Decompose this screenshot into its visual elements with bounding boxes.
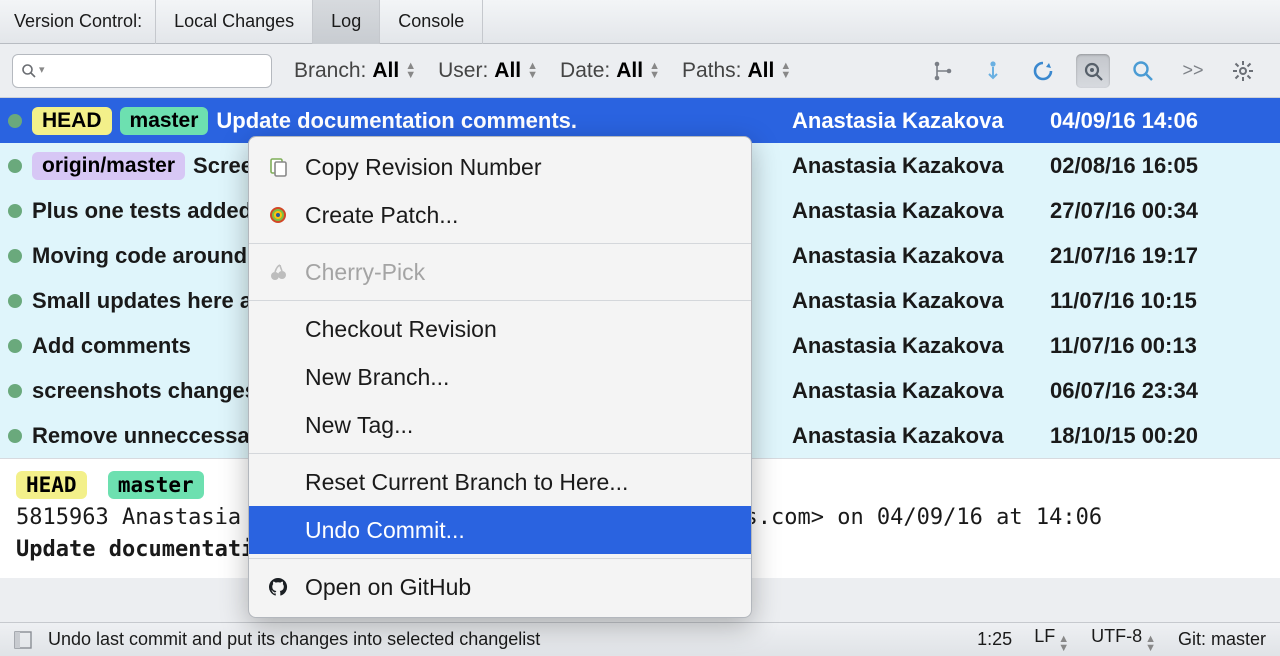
tab-console[interactable]: Console <box>379 0 483 44</box>
commit-date: 21/07/16 19:17 <box>1050 243 1280 269</box>
commit-date: 18/10/15 00:20 <box>1050 423 1280 449</box>
commit-author: Anastasia Kazakova <box>792 378 1050 404</box>
details-head-badge: HEAD <box>16 471 87 499</box>
ref-badge: master <box>120 107 209 135</box>
graph-node-icon <box>8 114 22 128</box>
context-separator <box>249 300 751 301</box>
line-ending[interactable]: LF▲▼ <box>1034 626 1069 653</box>
status-bar: Undo last commit and put its changes int… <box>0 622 1280 656</box>
git-branch[interactable]: Git: master <box>1178 629 1266 650</box>
graph-node-icon <box>8 339 22 353</box>
context-item-label: New Branch... <box>305 364 449 391</box>
ref-badge: HEAD <box>32 107 112 135</box>
goto-hash-icon[interactable] <box>976 54 1010 88</box>
context-item-label: Cherry-Pick <box>305 259 425 286</box>
context-item[interactable]: New Branch... <box>249 353 751 401</box>
commit-author: Anastasia Kazakova <box>792 243 1050 269</box>
context-item-label: Create Patch... <box>305 202 458 229</box>
copy-icon <box>267 157 289 177</box>
commit-date: 11/07/16 10:15 <box>1050 288 1280 314</box>
more-icon[interactable]: >> <box>1176 54 1210 88</box>
context-item-label: Reset Current Branch to Here... <box>305 469 628 496</box>
graph-node-icon <box>8 429 22 443</box>
graph-node-icon <box>8 384 22 398</box>
context-item-label: Open on GitHub <box>305 574 471 601</box>
context-item-label: New Tag... <box>305 412 413 439</box>
context-item[interactable]: Reset Current Branch to Here... <box>249 458 751 506</box>
github-icon <box>267 577 289 597</box>
commit-author: Anastasia Kazakova <box>792 288 1050 314</box>
search-icon <box>21 63 37 79</box>
commit-author: Anastasia Kazakova <box>792 153 1050 179</box>
panel-title: Version Control: <box>0 11 156 32</box>
context-item[interactable]: Create Patch... <box>249 191 751 239</box>
ref-badge: origin/master <box>32 152 185 180</box>
cherry-icon <box>267 262 289 282</box>
user-filter[interactable]: User: All▲▼ <box>438 59 538 83</box>
graph-node-icon <box>8 294 22 308</box>
context-separator <box>249 453 751 454</box>
commit-message: Update documentation comments. <box>216 108 792 134</box>
commit-context-menu[interactable]: Copy Revision Number Create Patch... Cherr… <box>248 136 752 618</box>
intellisort-icon[interactable] <box>926 54 960 88</box>
context-item-label: Undo Commit... <box>305 517 465 544</box>
refresh-icon[interactable] <box>1026 54 1060 88</box>
search-input[interactable]: ▾ <box>12 54 272 88</box>
context-item[interactable]: Open on GitHub <box>249 563 751 611</box>
branch-filter[interactable]: Branch: All▲▼ <box>294 59 416 83</box>
graph-node-icon <box>8 204 22 218</box>
commit-author: Anastasia Kazakova <box>792 333 1050 359</box>
context-separator <box>249 558 751 559</box>
encoding[interactable]: UTF-8▲▼ <box>1091 626 1156 653</box>
tab-log[interactable]: Log <box>312 0 380 44</box>
commit-date: 04/09/16 14:06 <box>1050 108 1280 134</box>
context-item-label: Checkout Revision <box>305 316 497 343</box>
status-tool-icon[interactable] <box>14 631 32 649</box>
context-item: Cherry-Pick <box>249 248 751 296</box>
graph-node-icon <box>8 159 22 173</box>
context-item[interactable]: Undo Commit... <box>249 506 751 554</box>
commit-author: Anastasia Kazakova <box>792 108 1050 134</box>
status-hint: Undo last commit and put its changes int… <box>48 629 540 650</box>
commit-date: 27/07/16 00:34 <box>1050 198 1280 224</box>
find-icon[interactable] <box>1126 54 1160 88</box>
context-item[interactable]: New Tag... <box>249 401 751 449</box>
graph-node-icon <box>8 249 22 263</box>
context-item[interactable]: Checkout Revision <box>249 305 751 353</box>
commit-date: 11/07/16 00:13 <box>1050 333 1280 359</box>
patch-icon <box>267 205 289 225</box>
tab-local-changes[interactable]: Local Changes <box>155 0 313 44</box>
gear-icon[interactable] <box>1226 54 1260 88</box>
version-control-tab-bar: Version Control: Local Changes Log Conso… <box>0 0 1280 44</box>
commit-author: Anastasia Kazakova <box>792 198 1050 224</box>
paths-filter[interactable]: Paths: All▲▼ <box>682 59 791 83</box>
commit-date: 06/07/16 23:34 <box>1050 378 1280 404</box>
commit-author: Anastasia Kazakova <box>792 423 1050 449</box>
commit-date: 02/08/16 16:05 <box>1050 153 1280 179</box>
context-item[interactable]: Copy Revision Number <box>249 143 751 191</box>
log-toolbar: ▾ Branch: All▲▼ User: All▲▼ Date: All▲▼ … <box>0 44 1280 98</box>
search-dropdown-icon[interactable]: ▾ <box>39 66 45 75</box>
caret-position[interactable]: 1:25 <box>977 629 1012 650</box>
date-filter[interactable]: Date: All▲▼ <box>560 59 660 83</box>
context-separator <box>249 243 751 244</box>
details-master-badge: master <box>108 471 204 499</box>
context-item-label: Copy Revision Number <box>305 154 541 181</box>
highlight-icon[interactable] <box>1076 54 1110 88</box>
